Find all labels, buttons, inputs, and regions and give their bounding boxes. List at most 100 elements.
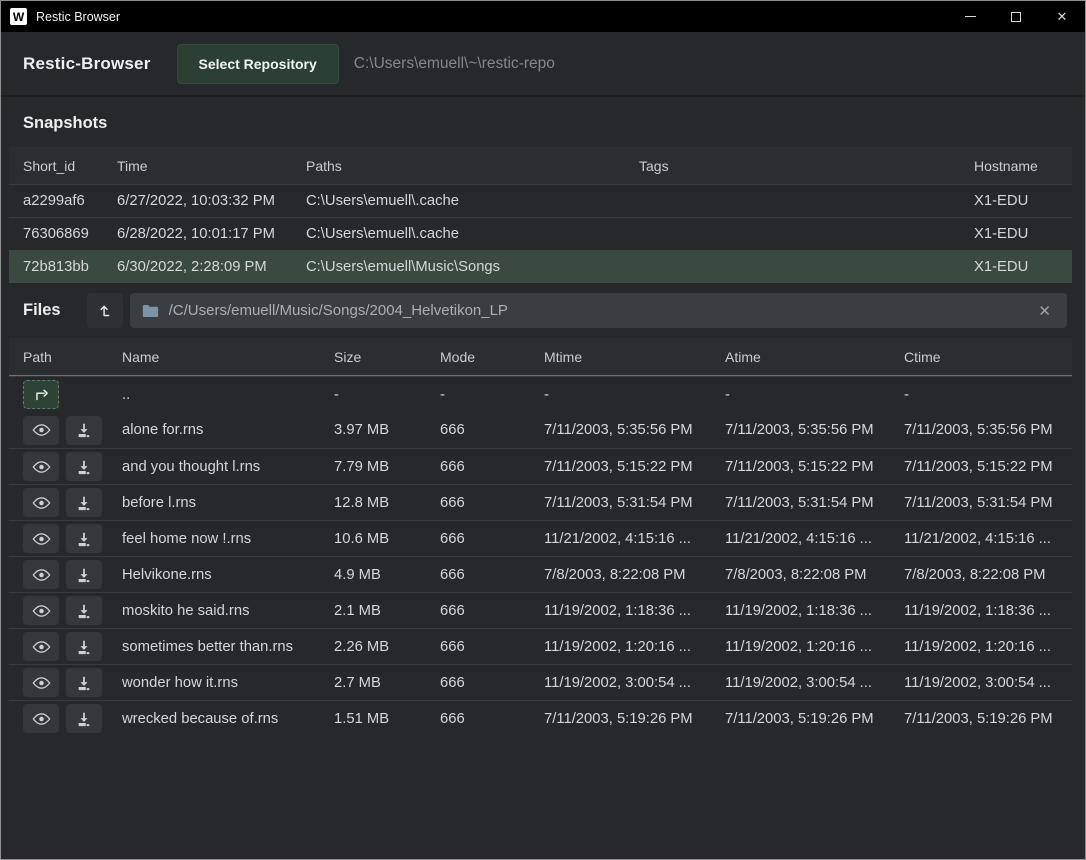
preview-file-button[interactable] <box>23 596 59 625</box>
file-name: moskito he said.rns <box>122 603 334 619</box>
column-mode: Mode <box>440 349 544 365</box>
download-icon <box>76 675 92 691</box>
preview-file-button[interactable] <box>23 416 59 445</box>
repository-path: C:\Users\emuell\~\restic-repo <box>354 55 555 73</box>
file-size: 3.97 MB <box>334 422 440 438</box>
snapshot-time: 6/30/2022, 2:28:09 PM <box>117 259 306 275</box>
file-mode: 666 <box>440 603 544 619</box>
download-file-button[interactable] <box>66 704 102 733</box>
column-name: Name <box>122 349 334 365</box>
snapshots-table-header: Short_id Time Paths Tags Hostname <box>9 147 1072 184</box>
file-mtime: 7/11/2003, 5:15:22 PM <box>544 459 725 475</box>
file-name: .. <box>122 387 334 403</box>
file-mtime: 11/21/2002, 4:15:16 ... <box>544 531 725 547</box>
column-mtime: Mtime <box>544 349 725 365</box>
download-icon <box>76 495 92 511</box>
file-size: 2.26 MB <box>334 639 440 655</box>
download-file-button[interactable] <box>66 488 102 517</box>
close-button[interactable]: ✕ <box>1039 1 1085 32</box>
column-path: Path <box>23 349 122 365</box>
maximize-icon <box>1011 12 1021 22</box>
snapshot-row[interactable]: a2299af6 6/27/2022, 10:03:32 PM C:\Users… <box>9 184 1072 217</box>
file-mtime: 11/19/2002, 1:18:36 ... <box>544 603 725 619</box>
files-table-header: Path Name Size Mode Mtime Atime Ctime <box>9 338 1072 376</box>
snapshot-hostname: X1-EDU <box>974 259 1072 275</box>
files-bar: Files /C/Users/emuell/Music/Songs/2004_H… <box>1 286 1085 335</box>
download-file-button[interactable] <box>66 632 102 661</box>
eye-icon <box>32 640 51 654</box>
eye-icon <box>32 712 51 726</box>
file-row: before l.rns 12.8 MB 666 7/11/2003, 5:31… <box>9 484 1072 520</box>
file-atime: 7/11/2003, 5:19:26 PM <box>725 711 904 727</box>
preview-file-button[interactable] <box>23 560 59 589</box>
eye-icon <box>32 532 51 546</box>
snapshot-row[interactable]: 76306869 6/28/2022, 10:01:17 PM C:\Users… <box>9 217 1072 250</box>
select-repository-button[interactable]: Select Repository <box>177 44 339 84</box>
download-file-button[interactable] <box>66 524 102 553</box>
current-path-field[interactable]: /C/Users/emuell/Music/Songs/2004_Helveti… <box>130 293 1067 328</box>
column-paths: Paths <box>306 158 639 174</box>
column-short-id: Short_id <box>23 158 117 174</box>
eye-icon <box>32 676 51 690</box>
folder-icon <box>142 304 159 318</box>
eye-icon <box>32 604 51 618</box>
snapshot-time: 6/27/2022, 10:03:32 PM <box>117 193 306 209</box>
file-mtime: 7/11/2003, 5:31:54 PM <box>544 495 725 511</box>
go-parent-button[interactable] <box>23 380 59 409</box>
file-atime: 11/21/2002, 4:15:16 ... <box>725 531 904 547</box>
column-hostname: Hostname <box>974 158 1072 174</box>
file-row: and you thought l.rns 7.79 MB 666 7/11/2… <box>9 448 1072 484</box>
file-atime: 7/11/2003, 5:31:54 PM <box>725 495 904 511</box>
window-titlebar: W Restic Browser ✕ <box>1 1 1085 32</box>
file-name: feel home now !.rns <box>122 531 334 547</box>
file-ctime: 11/19/2002, 1:18:36 ... <box>904 603 1072 619</box>
file-name: before l.rns <box>122 495 334 511</box>
column-ctime: Ctime <box>904 349 1072 365</box>
file-mtime: 7/11/2003, 5:35:56 PM <box>544 422 725 438</box>
eye-icon <box>32 568 51 582</box>
file-ctime: - <box>904 387 1072 403</box>
preview-file-button[interactable] <box>23 452 59 481</box>
file-atime: 7/8/2003, 8:22:08 PM <box>725 567 904 583</box>
up-level-button[interactable] <box>87 293 123 328</box>
file-mtime: 7/8/2003, 8:22:08 PM <box>544 567 725 583</box>
clear-path-button[interactable]: ✕ <box>1034 302 1055 320</box>
preview-file-button[interactable] <box>23 668 59 697</box>
download-file-button[interactable] <box>66 452 102 481</box>
snapshot-short-id: a2299af6 <box>23 193 117 209</box>
eye-icon <box>32 423 51 437</box>
preview-file-button[interactable] <box>23 488 59 517</box>
app-header: Restic-Browser Select Repository C:\User… <box>1 32 1085 97</box>
file-atime: 11/19/2002, 3:00:54 ... <box>725 675 904 691</box>
file-mode: 666 <box>440 459 544 475</box>
snapshot-row-selected[interactable]: 72b813bb 6/30/2022, 2:28:09 PM C:\Users\… <box>9 250 1072 283</box>
minimize-button[interactable] <box>947 1 993 32</box>
download-icon <box>76 711 92 727</box>
files-title: Files <box>23 301 61 320</box>
file-mode: 666 <box>440 422 544 438</box>
file-mtime: 7/11/2003, 5:19:26 PM <box>544 711 725 727</box>
file-row: moskito he said.rns 2.1 MB 666 11/19/200… <box>9 592 1072 628</box>
file-mode: 666 <box>440 711 544 727</box>
app-title: Restic-Browser <box>23 54 151 74</box>
snapshot-short-id: 76306869 <box>23 226 117 242</box>
download-file-button[interactable] <box>66 416 102 445</box>
snapshot-short-id: 72b813bb <box>23 259 117 275</box>
file-name: Helvikone.rns <box>122 567 334 583</box>
preview-file-button[interactable] <box>23 632 59 661</box>
eye-icon <box>32 460 51 474</box>
download-file-button[interactable] <box>66 560 102 589</box>
preview-file-button[interactable] <box>23 704 59 733</box>
preview-file-button[interactable] <box>23 524 59 553</box>
file-name: wonder how it.rns <box>122 675 334 691</box>
download-file-button[interactable] <box>66 668 102 697</box>
column-size: Size <box>334 349 440 365</box>
window-title: Restic Browser <box>36 10 947 24</box>
file-atime: 7/11/2003, 5:15:22 PM <box>725 459 904 475</box>
download-icon <box>76 567 92 583</box>
snapshot-paths: C:\Users\emuell\.cache <box>306 226 639 242</box>
download-file-button[interactable] <box>66 596 102 625</box>
download-icon <box>76 639 92 655</box>
app-window-icon: W <box>10 8 27 25</box>
maximize-button[interactable] <box>993 1 1039 32</box>
